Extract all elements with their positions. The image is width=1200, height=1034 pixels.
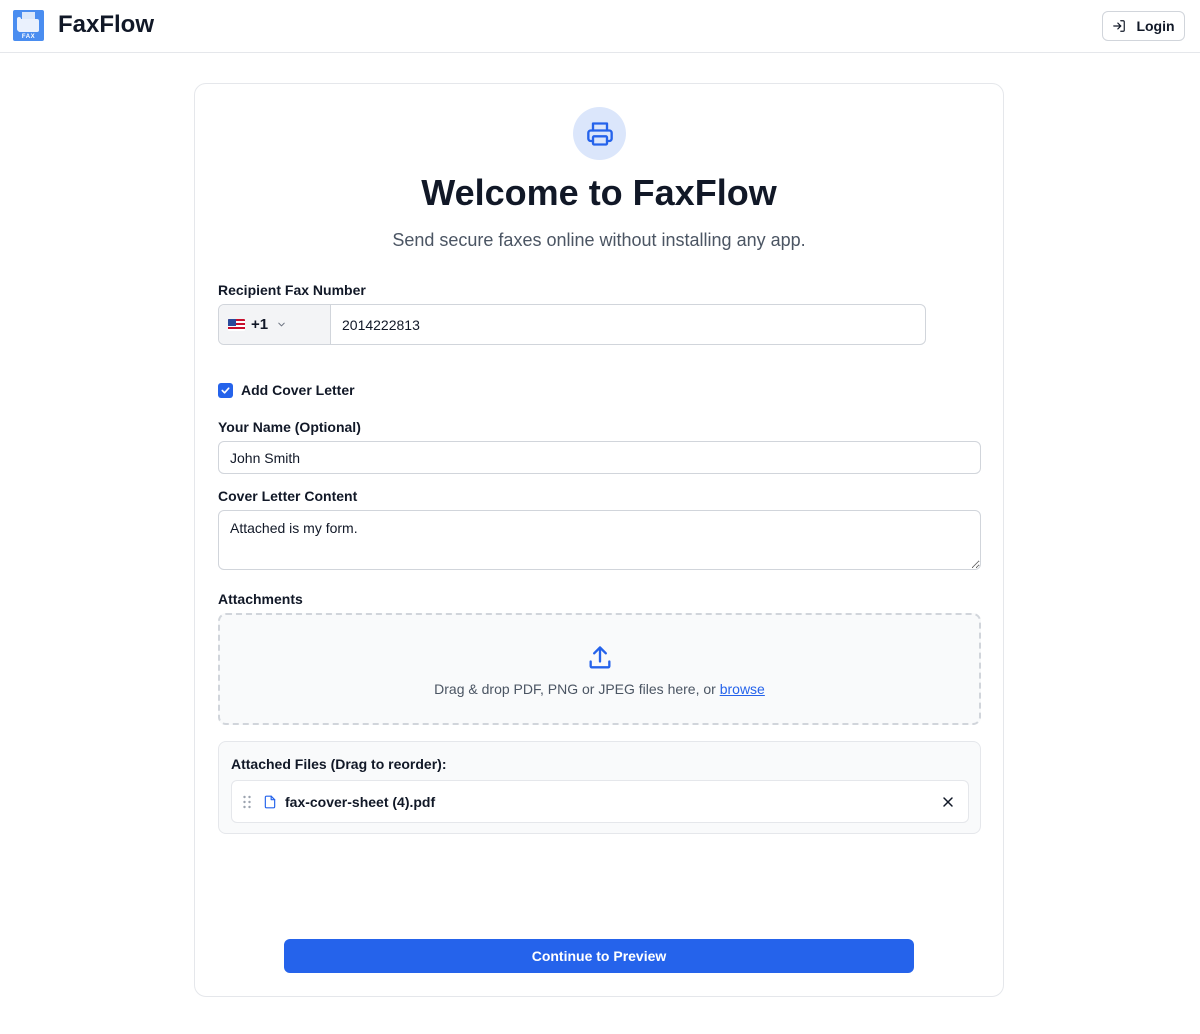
fax-number-group: +1: [218, 304, 926, 345]
your-name-label: Your Name (Optional): [218, 419, 361, 435]
page-title: Welcome to FaxFlow: [421, 172, 777, 213]
country-code-select[interactable]: +1: [219, 305, 331, 344]
faxflow-logo-icon[interactable]: FAX: [13, 10, 44, 41]
chevron-down-icon: [278, 322, 285, 327]
fax-number-input[interactable]: [331, 305, 925, 344]
cover-letter-toggle: Add Cover Letter: [218, 382, 355, 398]
cover-letter-content-textarea[interactable]: Attached is my form.: [218, 510, 981, 570]
cover-letter-checkbox-label[interactable]: Add Cover Letter: [241, 382, 355, 398]
fax-form-card: Welcome to FaxFlow Send secure faxes onl…: [194, 83, 1004, 997]
attached-file-row[interactable]: fax-cover-sheet (4).pdf: [231, 780, 969, 823]
checkmark-icon: [221, 386, 230, 394]
drag-handle-icon[interactable]: [242, 795, 252, 809]
sign-in-icon: [1113, 20, 1126, 32]
remove-file-icon[interactable]: [940, 794, 956, 810]
file-icon: [264, 795, 276, 809]
cover-letter-content-label: Cover Letter Content: [218, 488, 358, 504]
attachments-label: Attachments: [218, 591, 303, 607]
dropzone-text: Drag & drop PDF, PNG or JPEG files here,…: [220, 681, 979, 697]
login-button[interactable]: Login: [1102, 11, 1185, 41]
logo-tag: FAX: [21, 34, 36, 40]
top-bar: FAX FaxFlow Login: [0, 0, 1200, 53]
continue-to-preview-button[interactable]: Continue to Preview: [284, 939, 914, 973]
login-label: Login: [1136, 18, 1175, 34]
us-flag-icon: [228, 318, 245, 331]
country-code-value: +1: [251, 316, 269, 333]
recipient-fax-label: Recipient Fax Number: [218, 282, 366, 298]
cover-letter-checkbox[interactable]: [218, 382, 233, 398]
file-name: fax-cover-sheet (4).pdf: [285, 794, 436, 810]
printer-icon: [586, 121, 613, 146]
your-name-input[interactable]: [218, 441, 981, 474]
attached-files-title: Attached Files (Drag to reorder):: [231, 756, 447, 772]
brand-name[interactable]: FaxFlow: [58, 11, 154, 39]
file-dropzone[interactable]: Drag & drop PDF, PNG or JPEG files here,…: [218, 613, 981, 725]
page-subtitle: Send secure faxes online without install…: [392, 230, 806, 250]
browse-link[interactable]: browse: [720, 681, 765, 697]
dropzone-instructions: Drag & drop PDF, PNG or JPEG files here,…: [434, 681, 716, 697]
attached-files-panel: Attached Files (Drag to reorder): fax-co…: [218, 741, 981, 834]
upload-icon: [589, 646, 611, 669]
hero-icon-circle: [573, 107, 626, 160]
